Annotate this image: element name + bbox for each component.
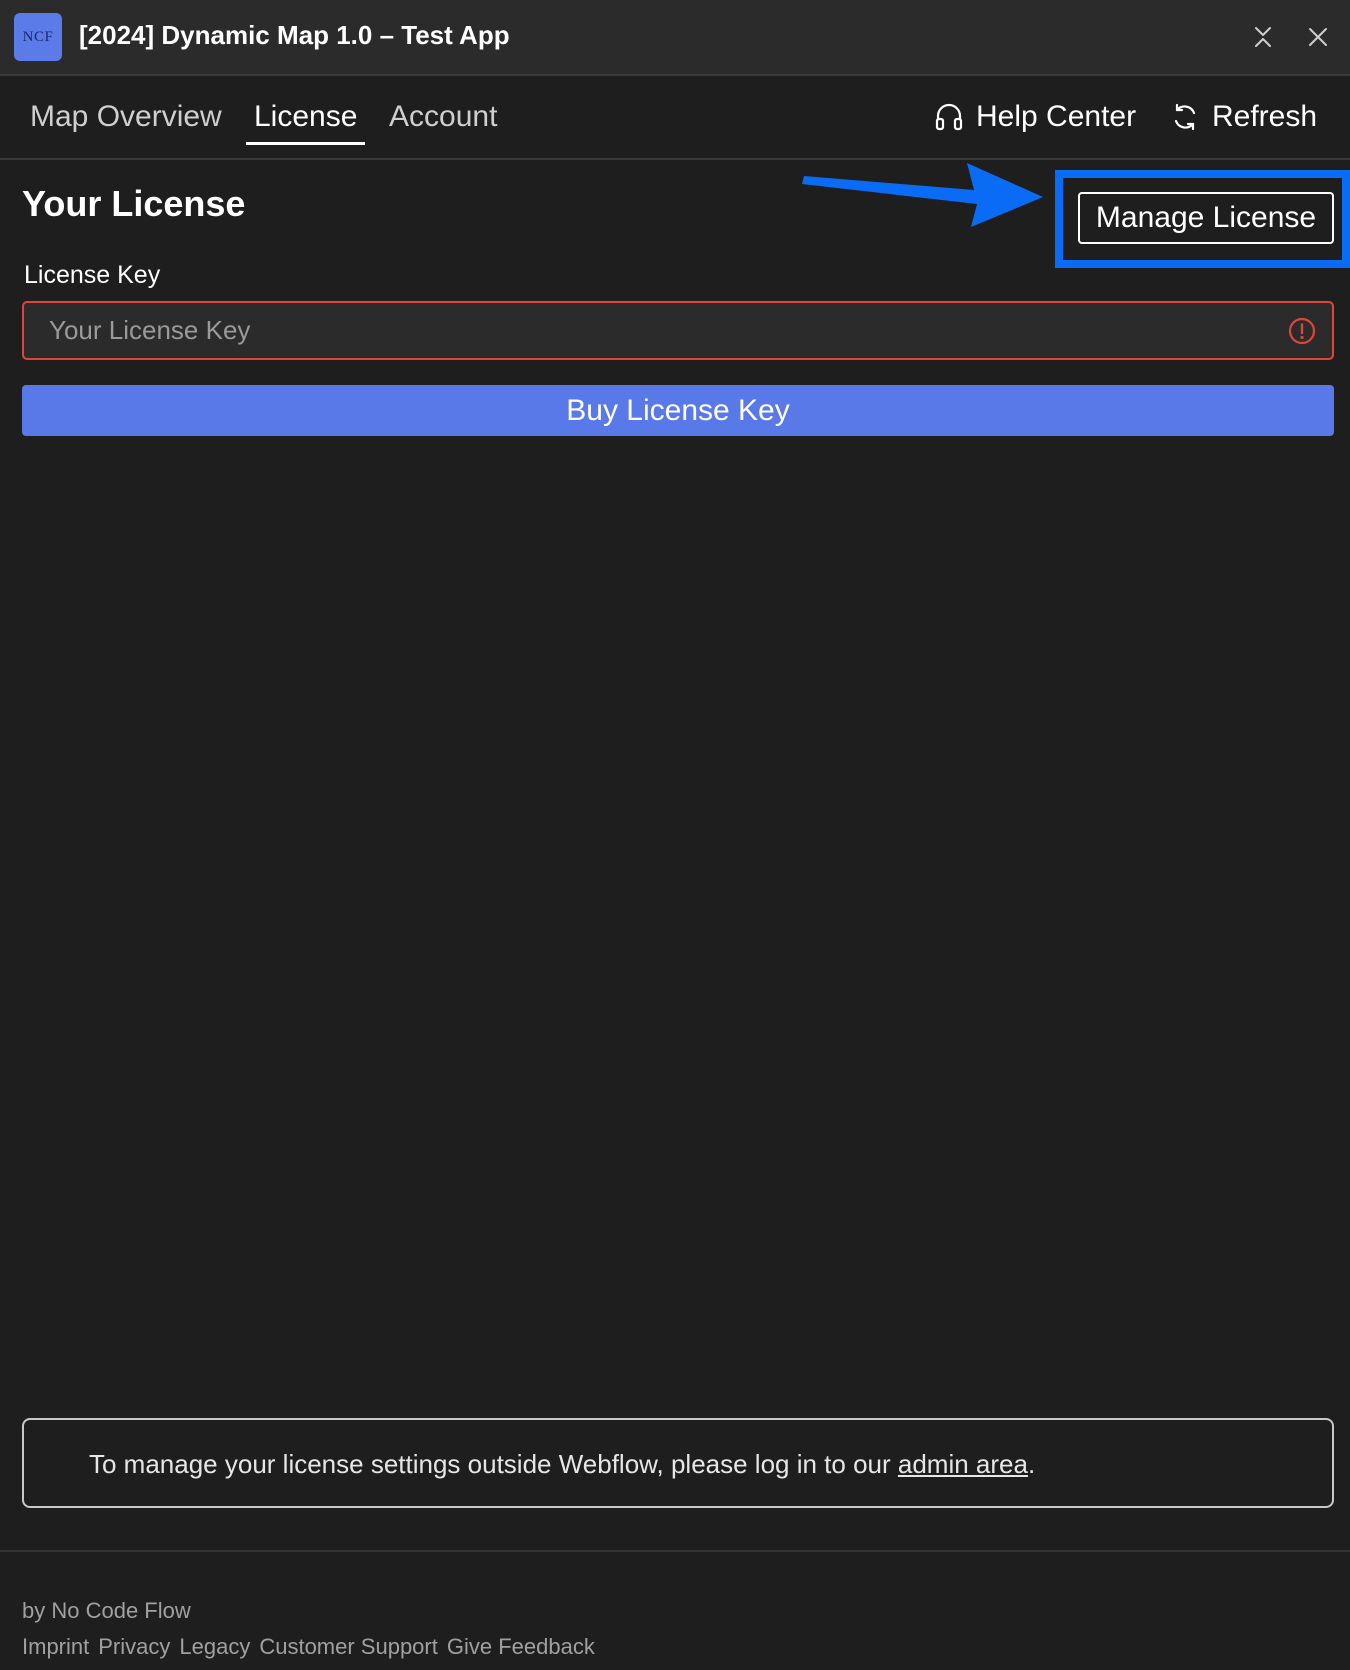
app-title: [2024] Dynamic Map 1.0 – Test App (79, 20, 510, 50)
footer: by No Code Flow Imprint Privacy Legacy C… (0, 1550, 1350, 1670)
footer-links: Imprint Privacy Legacy Customer Support … (22, 1634, 595, 1660)
refresh-label: Refresh (1212, 100, 1318, 133)
info-text: To manage your license settings outside … (89, 1449, 1035, 1480)
footer-link-legacy[interactable]: Legacy (179, 1634, 250, 1660)
app-logo: NCF (14, 13, 62, 61)
page-title: Your License (22, 183, 246, 224)
close-icon (1309, 28, 1327, 46)
title-bar: NCF [2024] Dynamic Map 1.0 – Test App (0, 0, 1350, 76)
close-button[interactable] (1303, 22, 1333, 52)
info-box: To manage your license settings outside … (22, 1418, 1334, 1508)
headphones-icon (935, 103, 963, 131)
annotation-arrow-icon (802, 163, 1043, 227)
footer-credit: by No Code Flow (22, 1598, 191, 1623)
license-key-field (22, 301, 1334, 360)
license-key-input[interactable] (24, 303, 1264, 358)
refresh-icon (1174, 103, 1196, 131)
collapse-icon (1255, 27, 1271, 47)
footer-link-customer-support[interactable]: Customer Support (259, 1634, 438, 1660)
tab-license[interactable]: License (246, 100, 366, 145)
footer-link-privacy[interactable]: Privacy (98, 1634, 170, 1660)
buy-license-key-button[interactable]: Buy License Key (22, 385, 1334, 436)
admin-area-link[interactable]: admin area (898, 1449, 1028, 1479)
error-alert-icon (1288, 317, 1316, 345)
footer-link-imprint[interactable]: Imprint (22, 1634, 89, 1660)
info-text-after: . (1027, 1449, 1036, 1479)
refresh-button[interactable]: Refresh (1170, 100, 1317, 134)
info-text-before: To manage your license settings outside … (89, 1449, 898, 1479)
tab-map-overview[interactable]: Map Overview (22, 100, 230, 142)
license-key-label: License Key (24, 261, 161, 289)
help-center-label: Help Center (976, 100, 1137, 133)
tab-account[interactable]: Account (381, 100, 505, 142)
nav-bar: Map Overview License Account Help Center… (0, 76, 1350, 160)
manage-license-button[interactable]: Manage License (1078, 192, 1334, 244)
footer-link-give-feedback[interactable]: Give Feedback (447, 1634, 595, 1660)
help-center-button[interactable]: Help Center (934, 100, 1136, 134)
collapse-button[interactable] (1248, 22, 1278, 52)
app-window: NCF [2024] Dynamic Map 1.0 – Test App Ma… (0, 0, 1350, 1670)
